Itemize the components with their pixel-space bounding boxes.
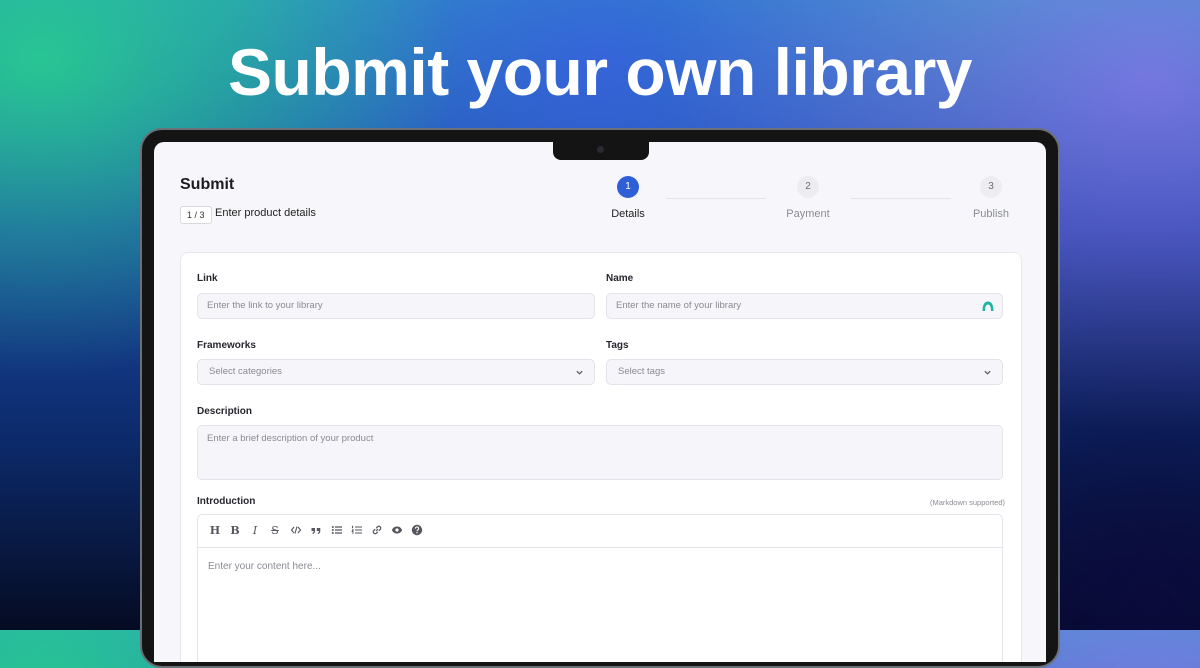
step-3-label[interactable]: Publish — [951, 208, 1031, 220]
frameworks-select[interactable]: Select categories — [197, 359, 595, 385]
heading-icon[interactable]: H — [208, 524, 222, 538]
link-label: Link — [197, 273, 218, 284]
page-title: Submit — [180, 176, 235, 193]
stepper-connector — [666, 198, 766, 199]
step-1-circle[interactable]: 1 — [617, 176, 639, 198]
arch-logo-icon — [982, 301, 994, 311]
introduction-editor[interactable]: H B I S Enter your content here... — [197, 514, 1003, 662]
strikethrough-icon[interactable]: S — [268, 524, 282, 538]
tags-select[interactable]: Select tags — [606, 359, 1003, 385]
editor-toolbar: H B I S — [198, 515, 1002, 548]
stepper-connector — [851, 198, 951, 199]
editor-placeholder: Enter your content here... — [208, 561, 321, 572]
italic-icon[interactable]: I — [248, 524, 262, 538]
tags-label: Tags — [606, 340, 629, 351]
step-counter-badge: 1 / 3 — [180, 206, 212, 224]
chevron-down-icon — [984, 370, 991, 375]
step-2-circle[interactable]: 2 — [797, 176, 819, 198]
link-placeholder: Enter the link to your library — [207, 300, 323, 311]
step-2-label[interactable]: Payment — [768, 208, 848, 220]
link-icon[interactable] — [371, 524, 383, 536]
name-placeholder: Enter the name of your library — [616, 300, 742, 311]
bold-icon[interactable]: B — [228, 524, 242, 538]
introduction-label: Introduction — [197, 496, 256, 507]
tags-placeholder: Select tags — [618, 366, 665, 377]
bullet-list-icon[interactable] — [331, 524, 343, 536]
link-input[interactable]: Enter the link to your library — [197, 293, 595, 319]
preview-eye-icon[interactable] — [391, 524, 403, 536]
submit-form-card: Link Enter the link to your library Name… — [180, 252, 1022, 662]
name-label: Name — [606, 273, 634, 284]
hero-headline: Submit your own library — [228, 35, 972, 109]
code-icon[interactable] — [290, 524, 302, 536]
description-placeholder: Enter a brief description of your produc… — [207, 433, 374, 444]
frameworks-placeholder: Select categories — [209, 366, 282, 377]
step-1-label[interactable]: Details — [588, 208, 668, 220]
step-caption: Enter product details — [215, 207, 316, 219]
laptop-frame: Submit 1 / 3 Enter product details 1 Det… — [140, 128, 1060, 668]
numbered-list-icon[interactable] — [351, 524, 363, 536]
help-icon[interactable] — [411, 524, 423, 536]
quote-icon[interactable] — [310, 524, 322, 536]
app-screen: Submit 1 / 3 Enter product details 1 Det… — [154, 142, 1046, 662]
step-3-circle[interactable]: 3 — [980, 176, 1002, 198]
frameworks-label: Frameworks — [197, 340, 256, 351]
camera-icon — [597, 146, 604, 153]
markdown-hint: (Markdown supported) — [929, 498, 1005, 507]
name-input[interactable]: Enter the name of your library — [606, 293, 1003, 319]
description-label: Description — [197, 406, 253, 417]
chevron-down-icon — [576, 370, 583, 375]
camera-notch — [553, 142, 649, 160]
description-textarea[interactable]: Enter a brief description of your produc… — [197, 425, 1003, 480]
